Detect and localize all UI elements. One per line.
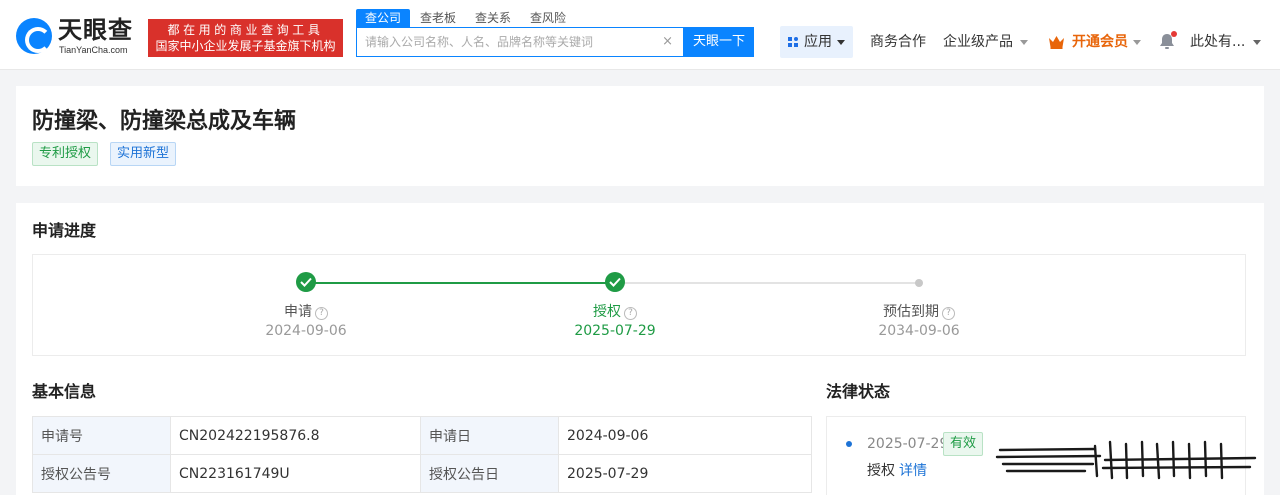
logo-mark-icon	[16, 18, 52, 54]
progress-heading: 申请进度	[32, 221, 97, 240]
legal-status-heading: 法律状态	[826, 382, 891, 401]
nav-enterprise-products[interactable]: 企业级产品	[943, 32, 1013, 52]
table-value: CN223161749U	[170, 454, 421, 493]
detail-link[interactable]: 详情	[899, 463, 927, 479]
progress-line-done	[306, 282, 616, 284]
table-key: 申请日	[420, 416, 559, 455]
table-row: 申请号 CN202422195876.8 申请日 2024-09-06	[32, 416, 812, 455]
patent-header-card: 防撞梁、防撞梁总成及车辆 专利授权 实用新型	[16, 86, 1264, 186]
tag-utility-model: 实用新型	[110, 142, 177, 166]
table-value: CN202422195876.8	[170, 416, 421, 455]
progress-line-pending	[616, 282, 919, 284]
slogan-line-2: 国家中小企业发展子基金旗下机构	[155, 39, 336, 53]
legal-event-label: 授权	[867, 463, 895, 479]
apps-menu-button[interactable]: 应用	[780, 26, 853, 58]
table-row: 授权公告号 CN223161749U 授权公告日 2025-07-29	[32, 454, 812, 493]
step-done-check-icon	[296, 272, 316, 292]
redaction-scribble	[995, 440, 1257, 480]
logo-domain: TianYanCha.com	[59, 45, 128, 55]
legal-status-date: 2025-07-29	[867, 436, 949, 452]
chevron-down-icon	[1020, 40, 1028, 45]
notification-dot	[1171, 31, 1177, 37]
chevron-down-icon	[1133, 40, 1141, 45]
step-date-apply: 2024-09-06	[265, 323, 347, 339]
step-label-expiry: 预估到期?	[869, 303, 969, 321]
crown-icon	[1049, 36, 1064, 49]
search-tab-risk[interactable]: 查风险	[530, 9, 566, 27]
legal-status-event: 授权 详情	[867, 461, 927, 481]
search-tab-boss[interactable]: 查老板	[420, 9, 456, 27]
search-tab-company[interactable]: 查公司	[356, 9, 411, 27]
table-key: 授权公告号	[32, 454, 171, 493]
help-icon[interactable]: ?	[624, 307, 637, 320]
logo-title: 天眼查	[58, 16, 133, 44]
patent-title: 防撞梁、防撞梁总成及车辆	[32, 109, 297, 134]
apps-label: 应用	[804, 34, 832, 50]
step-date-grant: 2025-07-29	[574, 323, 656, 339]
table-key: 授权公告日	[420, 454, 559, 493]
chevron-down-icon	[1253, 40, 1261, 45]
clear-icon[interactable]: ×	[662, 34, 673, 50]
basic-info-table: 申请号 CN202422195876.8 申请日 2024-09-06 授权公告…	[32, 416, 812, 493]
tianyancha-logo[interactable]: 天眼查 TianYanCha.com	[16, 16, 142, 56]
chevron-down-icon	[837, 40, 845, 45]
slogan-line-1: 都在用的商业查询工具	[167, 23, 324, 37]
tag-patent-granted: 专利授权	[32, 142, 99, 166]
vip-button[interactable]: 开通会员	[1072, 32, 1128, 52]
top-header: 天眼查 TianYanCha.com 都在用的商业查询工具 国家中小企业发展子基…	[0, 0, 1280, 70]
step-date-expiry: 2034-09-06	[878, 323, 960, 339]
help-icon[interactable]: ?	[942, 307, 955, 320]
help-icon[interactable]: ?	[315, 307, 328, 320]
search-tab-relation[interactable]: 查关系	[475, 9, 511, 27]
status-badge: 有效	[943, 432, 984, 456]
nav-business-cooperation[interactable]: 商务合作	[870, 32, 926, 52]
step-label-text: 预估到期	[883, 304, 939, 320]
table-value: 2025-07-29	[558, 454, 812, 493]
step-label-text: 申请	[284, 304, 312, 320]
step-label-apply: 申请?	[266, 303, 346, 321]
step-done-check-icon	[605, 272, 625, 292]
table-value: 2024-09-06	[558, 416, 812, 455]
search-input[interactable]	[357, 28, 657, 56]
table-key: 申请号	[32, 416, 171, 455]
user-menu[interactable]: 此处有...	[1190, 32, 1245, 52]
grid-icon	[788, 37, 799, 48]
progress-timeline: 申请? 2024-09-06 授权? 2025-07-29 预估到期? 2034…	[32, 254, 1246, 356]
step-label-grant: 授权?	[575, 303, 655, 321]
search-button[interactable]: 天眼一下	[684, 27, 754, 57]
step-label-text: 授权	[593, 304, 621, 320]
timeline-dot	[846, 441, 852, 447]
search-box: ×	[356, 27, 684, 57]
slogan-banner: 都在用的商业查询工具 国家中小企业发展子基金旗下机构	[148, 19, 343, 57]
step-pending-dot	[915, 279, 923, 287]
basic-info-heading: 基本信息	[32, 382, 97, 401]
